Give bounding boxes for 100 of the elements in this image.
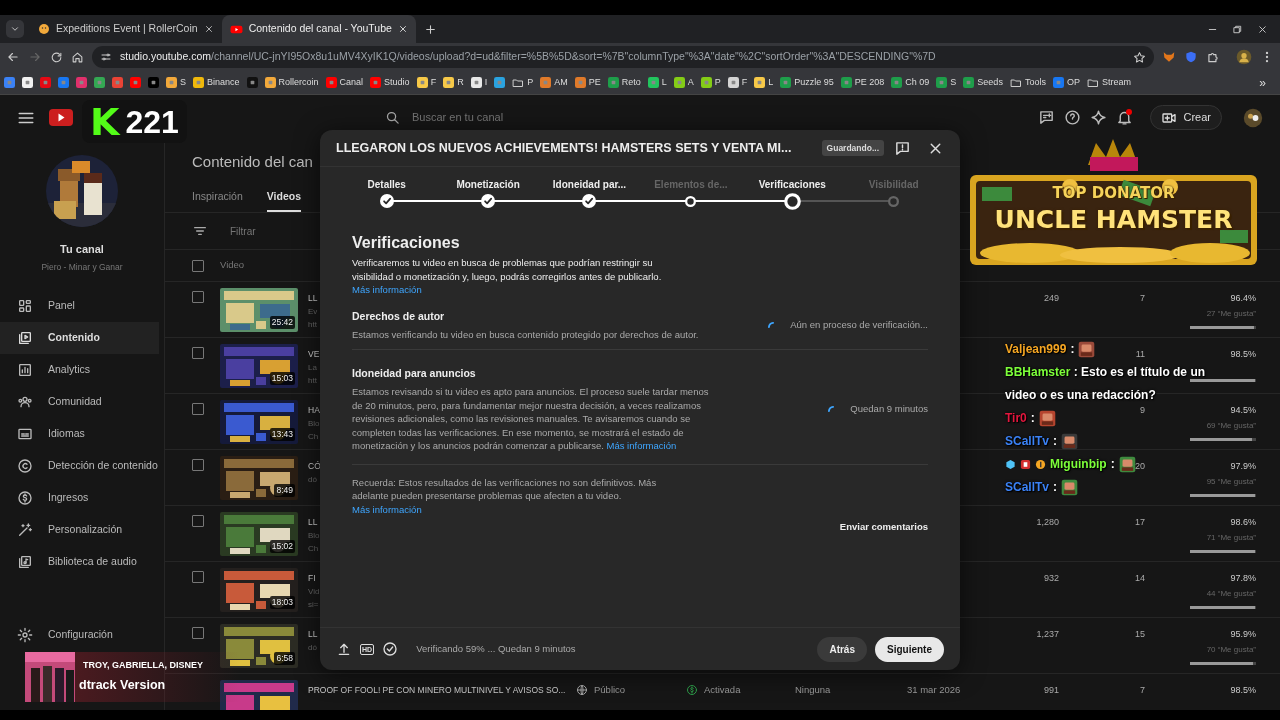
create-button[interactable]: Crear — [1150, 105, 1222, 130]
checkbox[interactable] — [192, 403, 204, 415]
send-feedback-link[interactable]: Enviar comentarios — [839, 520, 928, 535]
bookmark-link[interactable]: L — [647, 75, 667, 90]
bookmark-link[interactable]: P — [512, 75, 534, 90]
checkbox[interactable] — [192, 571, 204, 583]
shield-extension-icon[interactable] — [1184, 50, 1198, 64]
sidebar-item[interactable]: Biblioteca de audio — [0, 546, 159, 579]
checkbox[interactable] — [192, 459, 204, 471]
step-tab[interactable]: Idoneidad par... — [552, 178, 627, 192]
more-bookmarks-button[interactable]: » — [1259, 73, 1266, 92]
bookmark-link[interactable]: Binance — [193, 75, 240, 90]
sidebar-item[interactable]: Analytics — [0, 354, 159, 387]
restore-icon[interactable] — [1232, 23, 1243, 35]
channel-name[interactable]: Tu canal — [60, 241, 104, 258]
learn-more-link[interactable]: Más información — [606, 440, 677, 451]
sidebar-item[interactable]: Personalización — [0, 514, 159, 547]
step-tab[interactable]: Verificaciones — [758, 178, 826, 192]
video-title[interactable]: LL — [308, 516, 318, 529]
comment-icon[interactable] — [1038, 109, 1056, 126]
bookmark-link[interactable] — [148, 77, 159, 88]
fox-extension-icon[interactable] — [1162, 50, 1176, 64]
sidebar-item[interactable]: Detección de contenido — [0, 450, 159, 483]
bookmark-link[interactable]: PE — [574, 75, 601, 90]
bookmark-link[interactable] — [494, 77, 506, 88]
learn-more-link[interactable]: Más información — [352, 284, 422, 295]
bookmark-link[interactable] — [130, 77, 141, 88]
sidebar-item[interactable]: Idiomas — [0, 418, 159, 451]
profile-avatar-icon[interactable] — [1236, 49, 1252, 65]
checkbox[interactable] — [192, 347, 204, 359]
bookmark-link[interactable] — [76, 77, 87, 88]
bookmark-link[interactable]: PE 208 — [840, 75, 885, 90]
address-bar[interactable]: studio.youtube.com/channel/UC-jnYI95Ox8u1uMV4XyIK1Q/videos/upload?d=ud&filter=%5B%5D&sort=%7B"columnType"%3A"date"%2C"sortOrder"%3A"DESCENDING"%7D — [92, 46, 1154, 68]
sidebar-item[interactable]: Configuración — [0, 619, 159, 651]
home-icon[interactable] — [71, 50, 84, 64]
bookmark-link[interactable]: Canal — [325, 75, 364, 90]
bookmark-link[interactable]: Ch 09 — [891, 75, 930, 90]
video-title[interactable]: PROOF OF FOOL! PE CON MINERO MULTINIVEL Y AVISOS SO... — [308, 684, 566, 697]
close-icon[interactable] — [203, 24, 214, 34]
reload-icon[interactable] — [50, 50, 63, 64]
learn-more-link[interactable]: Más información — [352, 503, 422, 515]
browser-tab[interactable]: Contenido del canal - YouTube — [221, 15, 416, 43]
bookmark-link[interactable] — [246, 77, 258, 88]
bookmark-link[interactable]: S — [936, 75, 957, 90]
checkbox[interactable] — [192, 627, 204, 639]
account-avatar-icon[interactable] — [1243, 107, 1263, 128]
browser-tab[interactable]: Expeditions Event | RollerCoin — [30, 15, 222, 43]
step-tab[interactable]: Monetización — [456, 178, 520, 192]
bookmark-link[interactable]: Rollercoin — [264, 75, 319, 90]
video-title[interactable]: CÓ — [308, 460, 321, 473]
bookmark-link[interactable]: F — [416, 75, 437, 90]
bookmark-link[interactable]: AM — [540, 75, 568, 90]
new-tab-icon[interactable] — [423, 22, 437, 36]
bookmark-link[interactable]: Tools — [1009, 75, 1046, 90]
bookmark-link[interactable]: Seeds — [963, 75, 1003, 90]
close-icon[interactable] — [1257, 23, 1268, 35]
bookmark-link[interactable]: F — [727, 75, 748, 90]
search-field[interactable]: Buscar en tu canal — [410, 108, 670, 127]
sidebar-item[interactable]: Comunidad — [0, 386, 159, 419]
bookmark-link[interactable]: L — [754, 75, 774, 90]
video-title[interactable]: FI — [308, 572, 316, 585]
video-title[interactable]: VE — [308, 348, 320, 361]
studio-logo-icon[interactable] — [49, 109, 73, 126]
video-title[interactable]: LL — [308, 628, 318, 641]
bookmark-link[interactable]: Studio — [370, 75, 410, 90]
sparkle-icon[interactable] — [1090, 109, 1108, 126]
video-title[interactable]: LL — [308, 292, 318, 305]
back-button[interactable]: Atrás — [817, 636, 867, 662]
bookmark-link[interactable]: I — [470, 75, 488, 90]
notifications-icon[interactable] — [1116, 109, 1134, 126]
bookmark-link[interactable] — [58, 77, 69, 88]
content-tab[interactable]: Videos — [266, 184, 302, 212]
video-title[interactable]: HA — [308, 404, 320, 417]
checkbox[interactable] — [192, 291, 204, 303]
bookmark-link[interactable]: R — [443, 75, 464, 90]
bookmark-link[interactable]: Reto — [607, 75, 641, 90]
bookmark-link[interactable]: S — [166, 75, 186, 90]
star-icon[interactable] — [1133, 50, 1146, 64]
checkbox[interactable] — [192, 259, 204, 272]
bookmark-link[interactable] — [94, 77, 105, 88]
bookmark-link[interactable]: A — [673, 75, 694, 90]
feedback-icon[interactable] — [894, 139, 911, 157]
back-icon[interactable] — [6, 50, 20, 64]
checkbox[interactable] — [192, 515, 204, 527]
extensions-icon[interactable] — [1206, 50, 1220, 64]
bookmark-link[interactable] — [40, 77, 51, 88]
help-icon[interactable] — [1064, 109, 1082, 126]
bookmark-link[interactable] — [22, 77, 33, 88]
content-tab[interactable]: Inspiración — [192, 184, 243, 212]
bookmark-link[interactable] — [4, 77, 15, 88]
bookmark-link[interactable]: Puzzle 95 — [780, 75, 834, 90]
site-settings-icon[interactable] — [100, 51, 112, 63]
filter-field[interactable]: Filtrar — [228, 222, 348, 240]
bookmark-link[interactable]: Stream — [1086, 75, 1131, 90]
sidebar-item[interactable]: Panel — [0, 290, 159, 323]
next-button[interactable]: Siguiente — [875, 636, 944, 662]
sidebar-item[interactable]: Ingresos — [0, 482, 159, 515]
step-tab[interactable]: Detalles — [367, 178, 406, 192]
bookmark-link[interactable]: P — [700, 75, 721, 90]
bookmark-link[interactable] — [112, 77, 123, 88]
